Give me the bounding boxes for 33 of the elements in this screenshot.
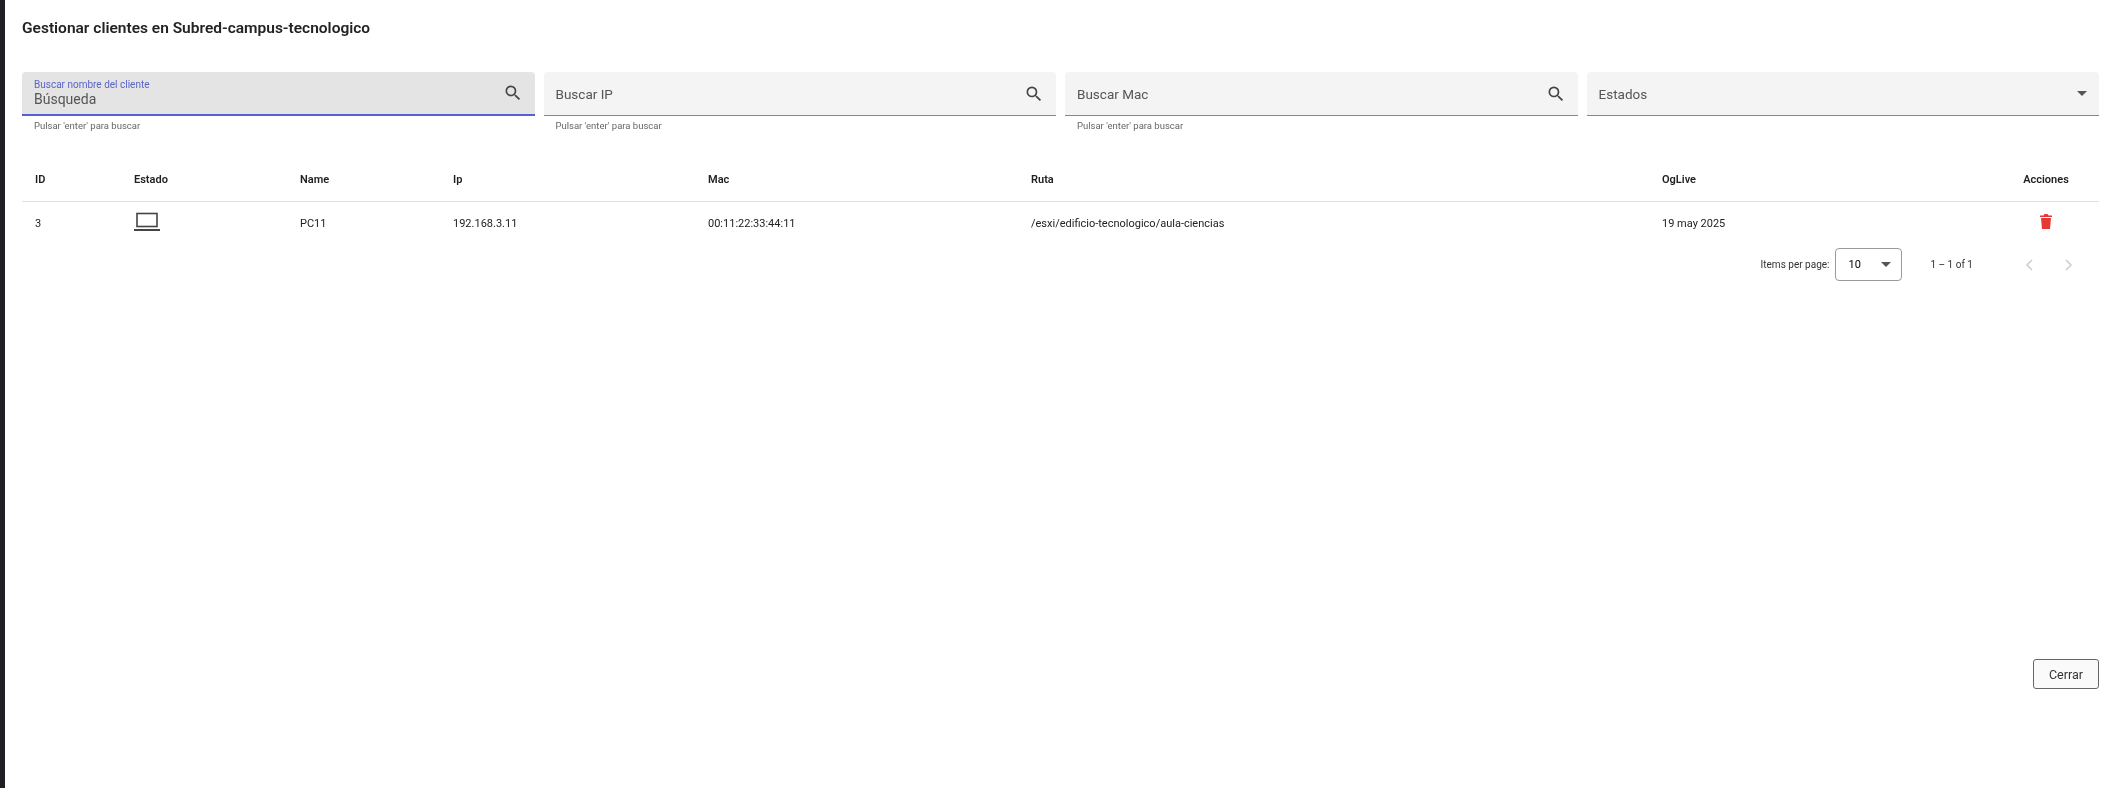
dialog-title: Gestionar clientes en Subred-campus-tecnologico [22,19,372,37]
column-header: Estado [134,172,169,186]
search-input[interactable]: Búsqueda [34,90,503,107]
field-hint: Pulsar 'enter' para buscar [33,119,142,131]
delete-icon[interactable] [2040,214,2052,229]
dropdown-caret-icon [1881,262,1892,267]
column-header: Ruta [1031,172,1055,186]
column-header: Ip [453,172,464,186]
chevron-left-icon [2025,258,2033,271]
laptop-icon [134,211,160,232]
status-dropdown[interactable]: Estados [1586,72,2099,116]
table-cell-text: 00:11:22:33:44:11 [708,216,797,230]
table-cell-text: 3 [35,216,43,230]
search-field[interactable]: Buscar IP [543,72,1056,116]
search-field[interactable]: Buscar Mac [1065,72,1578,116]
column-header: ID [35,172,47,186]
field-hint: Pulsar 'enter' para buscar [1076,119,1185,131]
page-range: 1 – 1 of 1 [1930,259,1973,270]
column-header: Acciones [2022,172,2070,186]
table-cell-text: 19 may 2025 [1662,216,1727,230]
dropdown-caret-icon [2077,91,2087,96]
close-button[interactable]: Cerrar [2033,659,2099,689]
chevron-right-icon [2065,258,2073,271]
field-hint: Pulsar 'enter' para buscar [554,119,663,131]
column-header: Mac [708,172,731,186]
page-size-dropdown[interactable]: 10 [1835,248,1903,281]
column-header: Name [300,172,331,186]
table-cell-text: 192.168.3.11 [453,216,519,230]
table-cell-text: PC11 [300,216,328,230]
column-header: OgLive [1662,172,1697,186]
items-per-page-label: Items per page: [1760,259,1830,270]
search-field[interactable]: Buscar nombre del cliente Búsqueda [22,72,535,116]
table-cell-text: /esxi/edificio-tecnologico/aula-ciencias [1031,216,1226,230]
